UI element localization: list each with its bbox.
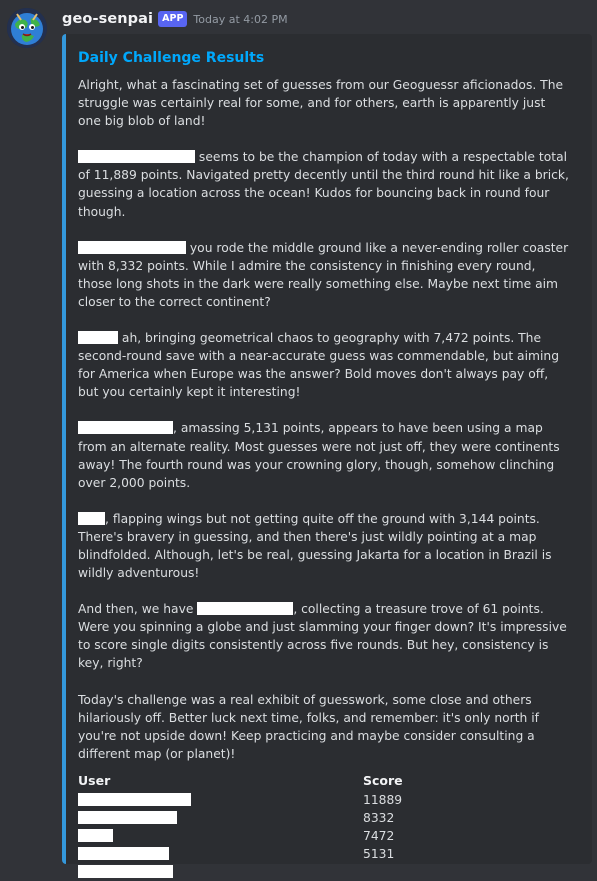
globe-mascot-icon [7,8,47,48]
embed-title: Daily Challenge Results [78,50,265,66]
player-6-paragraph: And then, we have , collecting a treasur… [78,600,570,672]
score-value: 8332 [363,810,395,825]
score-row: 7472 [78,827,478,845]
redacted-user-mention [78,810,177,824]
bot-avatar[interactable] [7,8,47,48]
redacted-user-mention [78,828,113,842]
player-3-text: ah, bringing geometrical chaos to geogra… [78,331,559,400]
score-row: 5131 [78,845,478,863]
username[interactable]: geo-senpai [62,11,153,27]
chat-message: geo-senpai APP Today at 4:02 PM Daily Ch… [0,0,597,878]
player-5-paragraph: , flapping wings but not getting quite o… [78,510,570,582]
score-value: 11889 [363,792,403,807]
timestamp[interactable]: Today at 4:02 PM [193,13,287,26]
player-3-paragraph: ah, bringing geometrical chaos to geogra… [78,329,570,401]
results-embed: Daily Challenge Results Alright, what a … [62,34,592,878]
score-row: 11889 [78,791,478,809]
redacted-user-mention [78,511,105,525]
outro-paragraph: Today's challenge was a real exhibit of … [78,691,570,763]
redacted-user-mention [197,602,294,616]
score-value: 7472 [363,828,395,843]
player-2-paragraph: you rode the middle ground like a never-… [78,239,570,311]
redacted-user-mention [78,846,169,860]
player-1-paragraph: seems to be the champion of today with a… [78,148,570,220]
redacted-user-mention [78,421,173,435]
redacted-user-mention [78,792,191,806]
player-4-paragraph: , amassing 5,131 points, appears to have… [78,419,570,491]
intro-paragraph: Alright, what a fascinating set of guess… [78,76,570,130]
redacted-user-mention [78,150,195,164]
embed-content: Daily Challenge Results Alright, what a … [78,49,570,878]
score-row [78,863,478,881]
outro-text: Today's challenge was a real exhibit of … [78,692,539,761]
redacted-user-mention [78,864,173,878]
player-6-prefix: And then, we have [78,602,198,617]
player-5-text: , flapping wings but not getting quite o… [78,511,552,581]
app-badge: APP [158,11,188,27]
redacted-user-mention [78,331,118,345]
user-column-header: User [78,772,111,788]
scoreboard-fields: User Score 11889 8332 7472 5131 [78,772,570,878]
intro-text: Alright, what a fascinating set of guess… [78,78,564,129]
score-column-header: Score [363,772,403,788]
score-value: 5131 [363,846,395,861]
message-header: geo-senpai APP Today at 4:02 PM [62,9,288,29]
score-row: 8332 [78,809,478,827]
redacted-user-mention [78,240,186,254]
